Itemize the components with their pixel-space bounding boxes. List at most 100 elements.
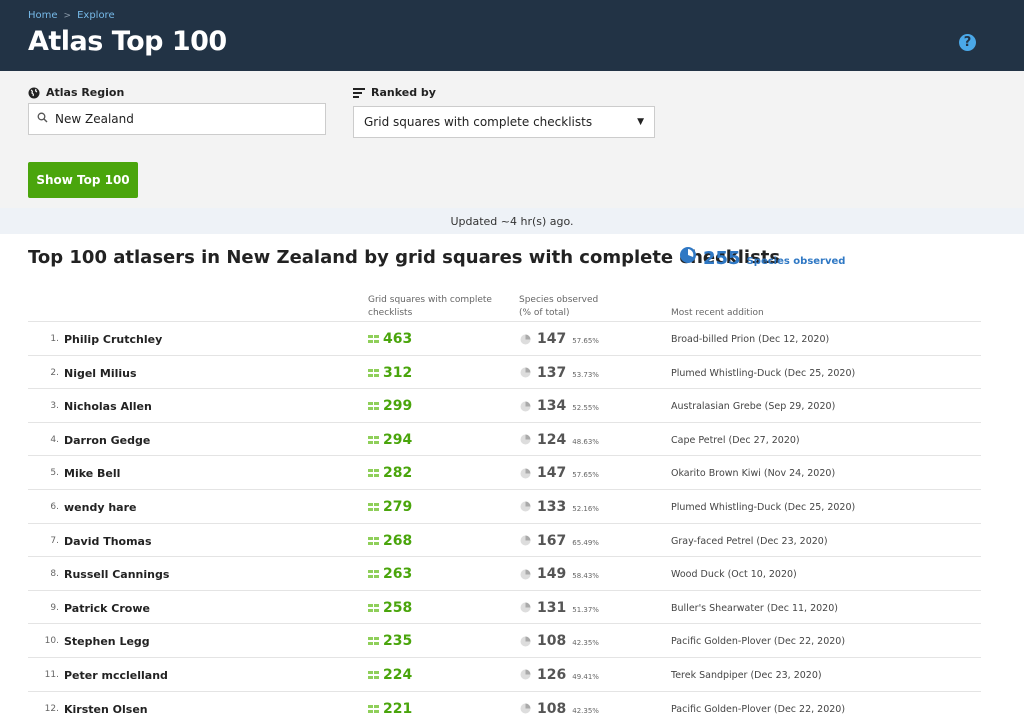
row-name[interactable]: Nicholas Allen <box>64 400 152 413</box>
row-species-pct: 58.43% <box>572 572 599 581</box>
sort-icon <box>353 87 365 98</box>
row-name[interactable]: Stephen Legg <box>64 635 150 648</box>
row-name[interactable]: Mike Bell <box>64 467 120 480</box>
row-grid-squares: 463 <box>368 331 412 347</box>
row-species-count: 147 <box>537 331 567 347</box>
breadcrumb-home-link[interactable]: Home <box>28 10 58 21</box>
row-species: 133 52.16% <box>520 499 599 515</box>
ranked-by-text: Ranked by <box>371 86 436 99</box>
breadcrumb-explore-link[interactable]: Explore <box>77 10 115 21</box>
col-grid-squares: Grid squares with complete checklists <box>368 294 492 320</box>
row-name[interactable]: wendy hare <box>64 501 136 514</box>
table-row: 1. Philip Crutchley 463 147 57.65% Broad-bill… <box>28 321 981 355</box>
leaderboard-rows: 1. Philip Crutchley 463 147 57.65% Broad-bill… <box>28 321 981 724</box>
row-grid-count: 294 <box>383 431 413 448</box>
row-most-recent: Wood Duck (Oct 10, 2020) <box>671 569 797 581</box>
species-total: 255 Species observed <box>679 246 845 269</box>
row-name[interactable]: David Thomas <box>64 535 152 548</box>
row-most-recent: Gray-faced Petrel (Dec 23, 2020) <box>671 535 828 547</box>
updated-notice: Updated ~4 hr(s) ago. <box>0 208 1024 234</box>
row-grid-count: 282 <box>383 465 413 482</box>
row-species-count: 167 <box>537 532 567 549</box>
row-grid-count: 463 <box>383 331 413 347</box>
row-name[interactable]: Patrick Crowe <box>64 602 150 615</box>
row-species-pct: 42.35% <box>572 639 599 648</box>
row-most-recent: Pacific Golden-Plover (Dec 22, 2020) <box>671 703 846 715</box>
row-rank: 3. <box>50 401 59 412</box>
row-name[interactable]: Nigel Milius <box>64 367 137 380</box>
show-top-100-button[interactable]: Show Top 100 <box>28 162 138 198</box>
row-rank: 8. <box>50 569 59 580</box>
row-grid-squares: 258 <box>368 600 412 616</box>
grid-icon <box>368 469 379 478</box>
row-species-count: 137 <box>537 364 567 381</box>
globe-icon <box>28 87 40 98</box>
pie-icon <box>520 468 531 479</box>
grid-icon <box>368 603 379 612</box>
table-row: 11. Peter mcclelland 224 126 49.41% Terek San… <box>28 656 981 691</box>
row-name[interactable]: Darron Gedge <box>64 434 150 447</box>
pie-icon <box>520 434 531 445</box>
row-species-pct: 51.37% <box>572 605 599 614</box>
row-rank: 10. <box>44 636 59 647</box>
table-row: 9. Patrick Crowe 258 131 51.37% Buller's Shea… <box>28 589 981 624</box>
row-grid-squares: 299 <box>368 398 412 414</box>
pie-icon <box>520 501 531 512</box>
row-grid-squares: 312 <box>368 365 412 381</box>
row-most-recent: Broad-billed Prion (Dec 12, 2020) <box>671 334 830 345</box>
row-grid-squares: 268 <box>368 533 412 549</box>
pie-icon <box>520 636 531 647</box>
row-grid-count: 279 <box>383 498 413 515</box>
row-species: 131 51.37% <box>520 600 599 616</box>
row-name[interactable]: Russell Cannings <box>64 568 169 581</box>
row-species-pct: 42.35% <box>572 706 599 715</box>
col-grid-squares-line2: checklists <box>368 308 413 318</box>
row-species: 124 48.63% <box>520 432 599 448</box>
atlas-region-text: Atlas Region <box>46 86 125 99</box>
row-most-recent: Australasian Grebe (Sep 29, 2020) <box>671 401 836 413</box>
row-grid-squares: 263 <box>368 566 412 582</box>
row-grid-count: 224 <box>383 666 413 683</box>
row-grid-count: 312 <box>383 364 413 381</box>
section-header: Top 100 atlasers in New Zealand by grid … <box>0 234 1024 294</box>
row-species-pct: 57.65% <box>572 471 599 480</box>
row-grid-count: 263 <box>383 566 413 583</box>
row-species-pct: 52.55% <box>572 404 599 413</box>
row-most-recent: Pacific Golden-Plover (Dec 22, 2020) <box>671 636 846 648</box>
ranked-by-select[interactable]: Grid squares with complete checklists ▼ <box>353 106 655 138</box>
table-row: 4. Darron Gedge 294 124 48.63% Cape Petrel (D… <box>28 421 981 456</box>
row-most-recent: Buller's Shearwater (Dec 11, 2020) <box>671 602 838 614</box>
col-species-line1: Species observed <box>519 295 599 305</box>
row-most-recent: Okarito Brown Kiwi (Nov 24, 2020) <box>671 468 836 480</box>
caret-down-icon: ▼ <box>637 117 644 127</box>
row-species-count: 134 <box>537 398 567 415</box>
row-grid-squares: 235 <box>368 633 412 649</box>
col-species-line2: (% of total) <box>519 308 570 318</box>
col-species: Species observed (% of total) <box>519 294 598 320</box>
row-species: 126 49.41% <box>520 667 599 683</box>
row-species: 108 42.35% <box>520 633 599 649</box>
row-name[interactable]: Peter mcclelland <box>64 669 168 682</box>
row-species: 134 52.55% <box>520 398 599 414</box>
row-grid-squares: 282 <box>368 465 412 481</box>
breadcrumb-separator: > <box>63 10 72 21</box>
row-species: 137 53.73% <box>520 365 599 381</box>
atlas-region-input[interactable]: New Zealand <box>28 103 326 135</box>
row-grid-count: 258 <box>383 599 413 616</box>
row-grid-squares: 294 <box>368 432 412 448</box>
table-row: 5. Mike Bell 282 147 57.65% Okarito Brown Kiw… <box>28 455 981 489</box>
grid-icon <box>368 570 379 579</box>
row-species: 108 42.35% <box>520 701 599 717</box>
grid-icon <box>368 637 379 646</box>
table-row: 3. Nicholas Allen 299 134 52.55% Australasian… <box>28 388 981 422</box>
row-species: 167 65.49% <box>520 533 599 549</box>
row-rank: 11. <box>44 669 59 680</box>
row-species-pct: 53.73% <box>572 370 599 379</box>
help-icon[interactable]: ? <box>959 34 976 51</box>
species-total-label: Species observed <box>746 256 846 267</box>
row-species-pct: 49.41% <box>572 672 599 681</box>
row-species-pct: 65.49% <box>572 538 599 547</box>
row-name[interactable]: Philip Crutchley <box>64 333 162 346</box>
table-row: 7. David Thomas 268 167 65.49% Gray-faced Pet… <box>28 522 981 557</box>
row-rank: 2. <box>50 367 59 378</box>
